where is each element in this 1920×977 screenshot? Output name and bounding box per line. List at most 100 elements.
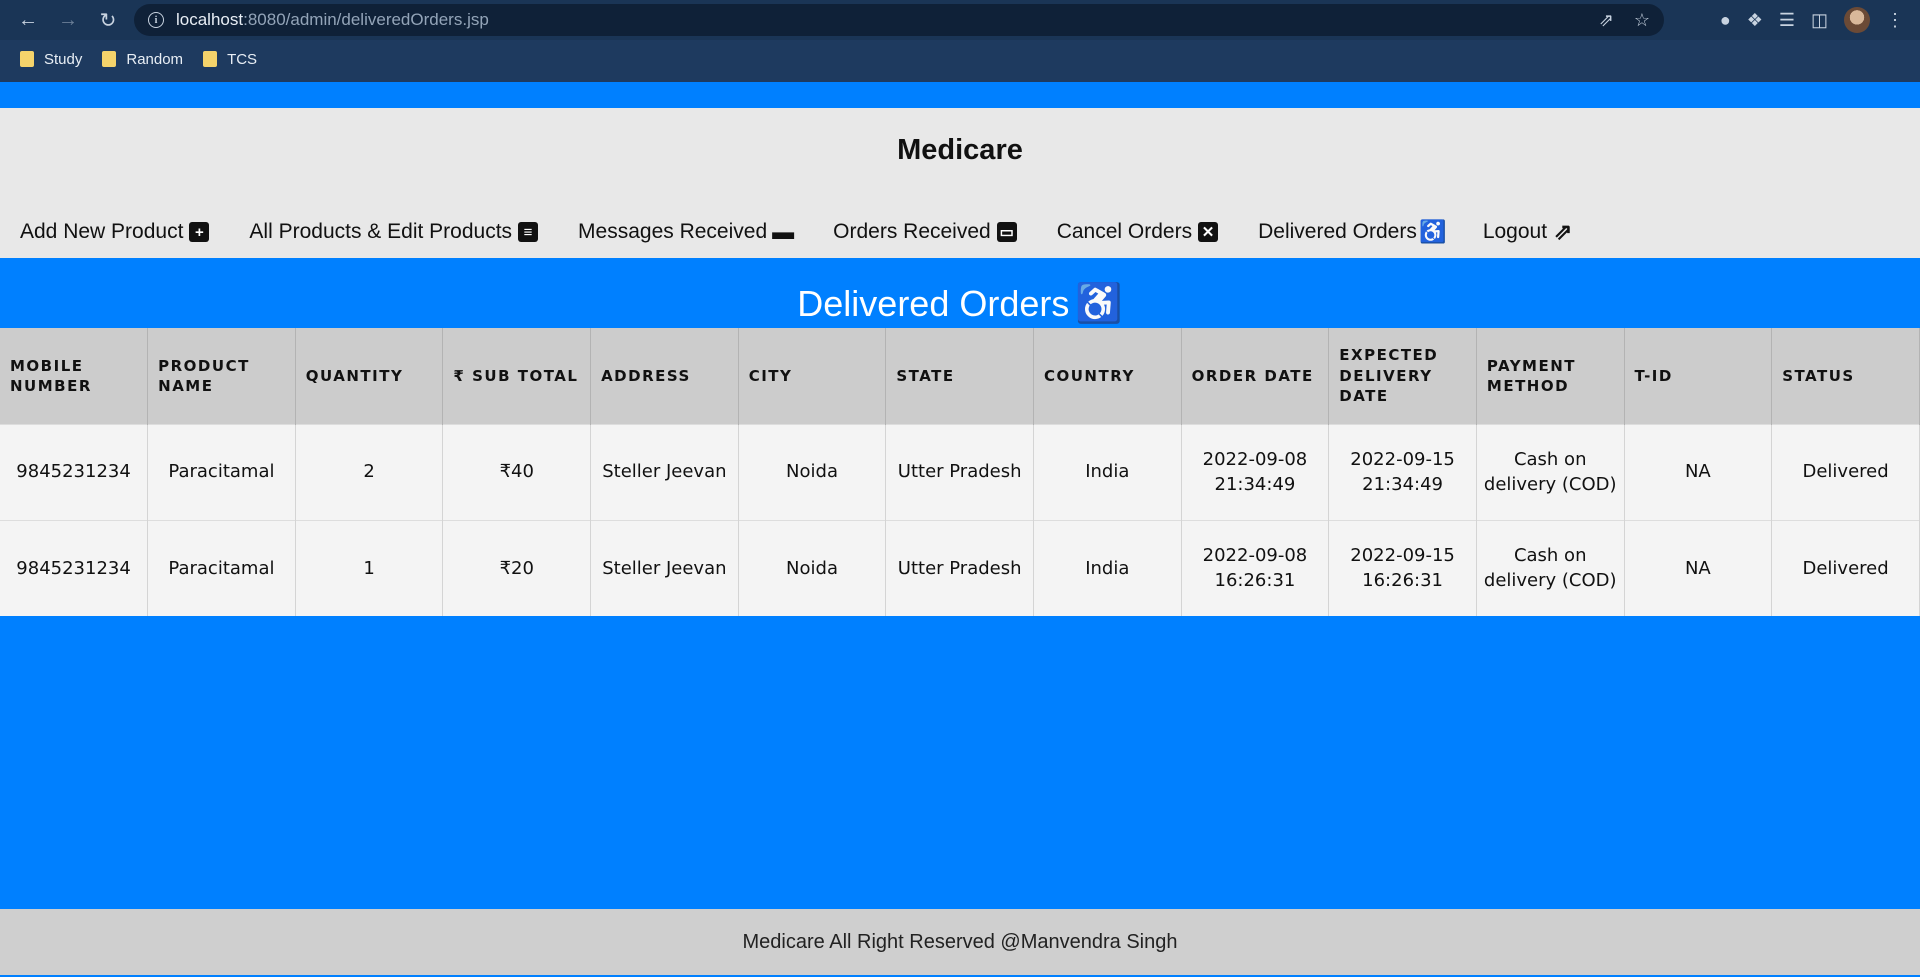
folder-icon	[203, 51, 218, 67]
bookmark-label: Study	[44, 50, 83, 68]
cell-status: Delivered	[1771, 423, 1920, 520]
menu-kebab-icon[interactable]: ⋮	[1886, 10, 1904, 31]
bookmarks-bar: Study Random TCS	[0, 44, 257, 74]
bookmark-star-icon[interactable]: ☆	[1634, 10, 1650, 31]
col-status: STATUS	[1771, 328, 1920, 424]
browser-toolbar: ← → ↻ i localhost:8080/admin/deliveredOr…	[0, 0, 1920, 40]
cell-mobile: 9845231234	[0, 519, 149, 616]
puzzle-icon[interactable]: ❖	[1747, 10, 1763, 31]
cell-address: Steller Jeevan	[590, 423, 739, 520]
nav-label: Cancel Orders	[1056, 220, 1193, 243]
site-header: Medicare Add New Product + All Products …	[0, 108, 1920, 258]
col-quantity: QUANTITY	[295, 328, 444, 424]
nav-label: Logout	[1482, 220, 1548, 243]
address-bar[interactable]: i localhost:8080/admin/deliveredOrders.j…	[134, 4, 1664, 36]
delivered-orders-table: MOBILE NUMBER PRODUCT NAME QUANTITY ₹ SU…	[0, 328, 1920, 616]
bookmark-tcs[interactable]: TCS	[203, 51, 257, 68]
cell-state: Utter Pradesh	[885, 423, 1034, 520]
bookmark-study[interactable]: Study	[20, 51, 82, 68]
table-header-row: MOBILE NUMBER PRODUCT NAME QUANTITY ₹ SU…	[0, 328, 1920, 424]
col-sub-total: ₹ SUB TOTAL	[442, 328, 592, 424]
archive-icon: ▭	[996, 222, 1017, 242]
site-brand: Medicare	[897, 134, 1023, 166]
dolly-icon: ♿	[1075, 283, 1123, 325]
cell-order-date: 2022-09-08 16:26:31	[1181, 519, 1330, 616]
cell-subtotal: ₹40	[442, 423, 592, 520]
nav-cancel-orders[interactable]: Cancel Orders ✕	[1056, 220, 1219, 244]
side-panel-icon[interactable]: ◫	[1811, 10, 1828, 31]
close-square-icon: ✕	[1198, 222, 1219, 242]
page: Medicare Add New Product + All Products …	[0, 82, 1920, 977]
nav-add-new-product[interactable]: Add New Product +	[20, 220, 210, 244]
cell-quantity: 2	[295, 423, 444, 520]
cell-status: Delivered	[1771, 519, 1920, 616]
nav-label: Delivered Orders	[1258, 220, 1417, 243]
list-icon: ≡	[518, 222, 539, 242]
nav-orders-received[interactable]: Orders Received ▭	[833, 220, 1017, 244]
nav-all-products[interactable]: All Products & Edit Products ≡	[249, 220, 539, 244]
back-icon[interactable]: ←	[8, 0, 48, 40]
cell-state: Utter Pradesh	[885, 519, 1034, 616]
table-row: 9845231234 Paracitamal 1 ₹20 Steller Jee…	[0, 519, 1920, 616]
bookmark-label: Random	[126, 50, 184, 68]
bookmark-label: TCS	[227, 50, 258, 68]
col-city: CITY	[738, 328, 887, 424]
forward-icon[interactable]: →	[48, 0, 88, 40]
cell-city: Noida	[738, 519, 887, 616]
cell-city: Noida	[738, 423, 887, 520]
cell-delivery-date: 2022-09-15 21:34:49	[1328, 423, 1477, 520]
cell-product: Paracitamal	[147, 519, 296, 616]
admin-nav: Add New Product + All Products & Edit Pr…	[20, 220, 1573, 244]
table-row: 9845231234 Paracitamal 2 ₹40 Steller Jee…	[0, 423, 1920, 520]
extensions-area: ● ❖ ☰ ◫ ⋮	[1720, 0, 1920, 40]
site-info-icon[interactable]: i	[148, 12, 164, 28]
cell-country: India	[1033, 423, 1182, 520]
nav-label: Add New Product	[20, 220, 184, 243]
url-text: localhost:8080/admin/deliveredOrders.jsp	[176, 10, 489, 29]
cell-delivery-date: 2022-09-15 16:26:31	[1328, 519, 1477, 616]
media-icon[interactable]: ☰	[1779, 10, 1795, 31]
folder-icon	[102, 51, 117, 67]
col-product-name: PRODUCT NAME	[147, 328, 296, 424]
extension-icon[interactable]: ●	[1720, 10, 1731, 31]
page-title-text: Delivered Orders	[797, 283, 1070, 324]
footer-text: Medicare All Right Reserved @Manvendra S…	[742, 930, 1178, 953]
col-t-id: T-ID	[1624, 328, 1773, 424]
cell-country: India	[1033, 519, 1182, 616]
nav-delivered-orders[interactable]: Delivered Orders ♿	[1258, 219, 1447, 244]
nav-messages-received[interactable]: Messages Received ▬	[578, 219, 795, 244]
nav-logout[interactable]: Logout ⇗	[1483, 220, 1573, 244]
col-expected-delivery-date: EXPECTED DELIVERY DATE	[1328, 328, 1477, 424]
col-mobile-number: MOBILE NUMBER	[0, 328, 149, 424]
col-state: STATE	[885, 328, 1034, 424]
col-country: COUNTRY	[1033, 328, 1182, 424]
folder-icon	[20, 51, 34, 67]
col-order-date: ORDER DATE	[1181, 328, 1330, 424]
avatar[interactable]	[1844, 7, 1870, 33]
reload-icon[interactable]: ↻	[88, 0, 128, 40]
cell-tid: NA	[1624, 519, 1773, 616]
cell-subtotal: ₹20	[442, 519, 592, 616]
browser-chrome: ← → ↻ i localhost:8080/admin/deliveredOr…	[0, 0, 1920, 82]
share-square-icon: ⇗	[1553, 219, 1573, 244]
cell-tid: NA	[1624, 423, 1773, 520]
cell-order-date: 2022-09-08 21:34:49	[1181, 423, 1330, 520]
col-payment-method: PAYMENT METHOD	[1476, 328, 1625, 424]
cell-quantity: 1	[295, 519, 444, 616]
orders-table-wrap: MOBILE NUMBER PRODUCT NAME QUANTITY ₹ SU…	[0, 328, 1920, 616]
col-address: ADDRESS	[590, 328, 739, 424]
nav-label: All Products & Edit Products	[249, 220, 513, 243]
nav-label: Messages Received	[578, 220, 768, 243]
cell-payment: Cash on delivery (COD)	[1476, 519, 1625, 616]
cell-address: Steller Jeevan	[590, 519, 739, 616]
dolly-icon: ♿	[1419, 219, 1447, 244]
comment-icon: ▬	[772, 219, 795, 244]
bookmark-random[interactable]: Random	[102, 51, 183, 68]
plus-square-icon: +	[189, 222, 210, 242]
cell-product: Paracitamal	[147, 423, 296, 520]
cell-payment: Cash on delivery (COD)	[1476, 423, 1625, 520]
nav-label: Orders Received	[833, 220, 991, 243]
share-icon[interactable]: ⇗	[1599, 10, 1614, 31]
page-title: Delivered Orders ♿	[0, 282, 1920, 326]
cell-mobile: 9845231234	[0, 423, 149, 520]
